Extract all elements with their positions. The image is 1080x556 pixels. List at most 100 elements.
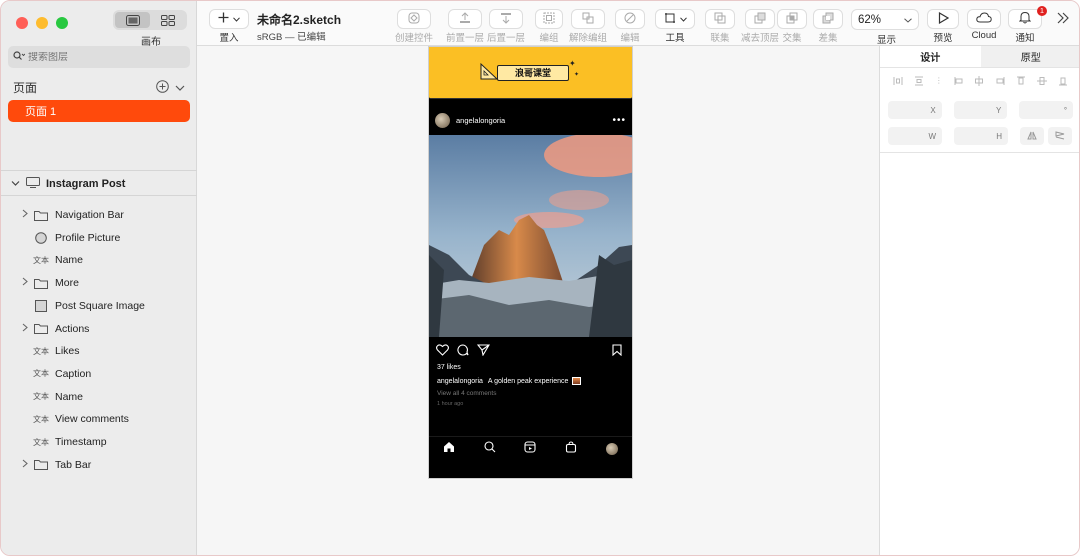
- layer-item[interactable]: Tab Bar: [1, 455, 197, 475]
- layer-item[interactable]: More: [1, 273, 197, 293]
- more-vertical-icon[interactable]: ⋮: [935, 76, 943, 89]
- zoom-value: 62%: [858, 13, 882, 26]
- heart-icon[interactable]: [436, 344, 449, 359]
- layer-label: More: [55, 277, 79, 290]
- distribute-vertical-icon[interactable]: [914, 76, 924, 89]
- flip-horizontal-button[interactable]: [1020, 127, 1044, 145]
- union-button[interactable]: 联集: [705, 9, 735, 44]
- bring-forward-button[interactable]: 前置一层: [446, 9, 484, 44]
- insert-button[interactable]: 置入: [209, 9, 249, 44]
- canvas-view-icon[interactable]: [115, 12, 150, 28]
- rectangle-icon: [33, 299, 49, 312]
- shop-icon[interactable]: [565, 441, 577, 456]
- zoom-window-button[interactable]: [56, 17, 68, 29]
- folder-icon: [33, 278, 49, 289]
- intersect-button[interactable]: 交集: [777, 9, 807, 44]
- canvas-view-switch[interactable]: [113, 10, 187, 30]
- add-page-icon[interactable]: [156, 79, 169, 96]
- layer-item[interactable]: 文本 Caption: [1, 364, 197, 384]
- chevron-down-icon: [904, 14, 912, 26]
- artboard-icon: [26, 177, 40, 191]
- minimize-window-button[interactable]: [36, 17, 48, 29]
- reels-icon[interactable]: [524, 441, 537, 456]
- tools-button[interactable]: 工具: [655, 9, 695, 44]
- layer-item[interactable]: Post Square Image: [1, 296, 197, 316]
- layer-label: Actions: [55, 322, 90, 335]
- navigation-bar[interactable]: 浪哥课堂 ✦ ✦: [429, 47, 632, 99]
- distribute-horizontal-icon[interactable]: [893, 76, 903, 89]
- layer-item[interactable]: Navigation Bar: [1, 205, 197, 225]
- align-middle-v-icon[interactable]: [1036, 76, 1047, 89]
- notifications-button[interactable]: 1 通知: [1008, 6, 1047, 44]
- layer-item[interactable]: 文本 Timestamp: [1, 432, 197, 452]
- tab-prototype[interactable]: 原型: [980, 46, 1079, 67]
- expand-chevrons-icon[interactable]: [1057, 12, 1069, 27]
- tab-design[interactable]: 设计: [880, 46, 981, 67]
- search-input[interactable]: [28, 51, 168, 63]
- difference-button[interactable]: 差集: [813, 9, 843, 44]
- text-layer-icon: 文本: [33, 392, 49, 402]
- layer-item[interactable]: 文本 View comments: [1, 409, 197, 429]
- caption-text: A golden peak experience: [487, 377, 569, 385]
- instagram-post-artboard[interactable]: 浪哥课堂 ✦ ✦ angelalongoria ••• 37 likes ang…: [428, 46, 633, 479]
- collapse-pages-chevron-icon[interactable]: [175, 81, 185, 95]
- share-icon[interactable]: [476, 344, 490, 359]
- layer-item[interactable]: Actions: [1, 319, 197, 339]
- align-top-icon[interactable]: [1016, 76, 1026, 89]
- edit-button[interactable]: 编辑: [615, 9, 645, 44]
- more-dots-icon[interactable]: •••: [612, 115, 626, 126]
- chevron-right-icon[interactable]: [19, 209, 31, 221]
- profile-picture[interactable]: [435, 112, 450, 128]
- chevron-down-icon[interactable]: [11, 178, 20, 190]
- folder-icon: [33, 323, 49, 334]
- send-backward-button[interactable]: 后置一层: [487, 9, 525, 44]
- cloud-button[interactable]: Cloud: [967, 9, 1001, 41]
- flip-vertical-button[interactable]: [1048, 127, 1072, 145]
- search-icon[interactable]: [484, 441, 496, 456]
- layer-search[interactable]: [8, 46, 190, 68]
- view-comments[interactable]: View all 4 comments: [437, 390, 497, 397]
- x-field[interactable]: X: [888, 101, 942, 119]
- create-component-button[interactable]: 创建控件: [395, 9, 433, 44]
- post-square-image[interactable]: [429, 135, 632, 337]
- post-username[interactable]: angelalongoria: [456, 116, 505, 125]
- size-fields: W H: [880, 127, 1079, 145]
- layer-item[interactable]: Profile Picture: [1, 228, 197, 248]
- layer-label: Name: [55, 390, 84, 403]
- document-name: 未命名2.sketch: [257, 13, 342, 27]
- layer-item[interactable]: 文本 Name: [1, 387, 197, 407]
- profile-tab-avatar[interactable]: [605, 442, 618, 455]
- bookmark-icon[interactable]: [612, 344, 622, 359]
- chevron-right-icon[interactable]: [19, 277, 31, 289]
- caption-username[interactable]: angelalongoria: [437, 378, 483, 385]
- zoom-select[interactable]: 62%: [851, 9, 919, 30]
- preview-button[interactable]: 预览: [927, 9, 959, 44]
- ungroup-button[interactable]: 解除编组: [569, 9, 607, 44]
- home-icon[interactable]: [443, 441, 455, 456]
- align-right-icon[interactable]: [995, 76, 1005, 89]
- post-header: angelalongoria •••: [429, 107, 632, 133]
- width-field[interactable]: W: [888, 127, 942, 145]
- chevron-right-icon[interactable]: [19, 323, 31, 335]
- group-button[interactable]: 编组: [535, 9, 563, 44]
- artboard-row[interactable]: Instagram Post: [11, 177, 125, 191]
- layer-item[interactable]: 文本 Likes: [1, 341, 197, 361]
- chevron-right-icon[interactable]: [19, 459, 31, 471]
- canvas[interactable]: 浪哥课堂 ✦ ✦ angelalongoria ••• 37 likes ang…: [197, 46, 879, 555]
- play-icon: [938, 11, 949, 27]
- comment-icon[interactable]: [456, 344, 469, 359]
- align-center-h-icon[interactable]: [974, 76, 984, 89]
- alignment-toolbar: ⋮: [880, 68, 1079, 97]
- align-bottom-icon[interactable]: [1058, 76, 1068, 89]
- components-view-icon[interactable]: [150, 12, 185, 28]
- rotation-field[interactable]: °: [1019, 101, 1074, 119]
- close-window-button[interactable]: [16, 17, 28, 29]
- page-item-1[interactable]: 页面 1: [8, 100, 190, 122]
- subtract-button[interactable]: 减去顶层: [741, 9, 779, 44]
- height-field[interactable]: H: [954, 127, 1008, 145]
- layer-label: Likes: [55, 345, 80, 358]
- likes-count[interactable]: 37 likes: [437, 364, 461, 371]
- align-left-icon[interactable]: [954, 76, 964, 89]
- y-field[interactable]: Y: [953, 101, 1008, 119]
- layer-item[interactable]: 文本 Name: [1, 250, 197, 270]
